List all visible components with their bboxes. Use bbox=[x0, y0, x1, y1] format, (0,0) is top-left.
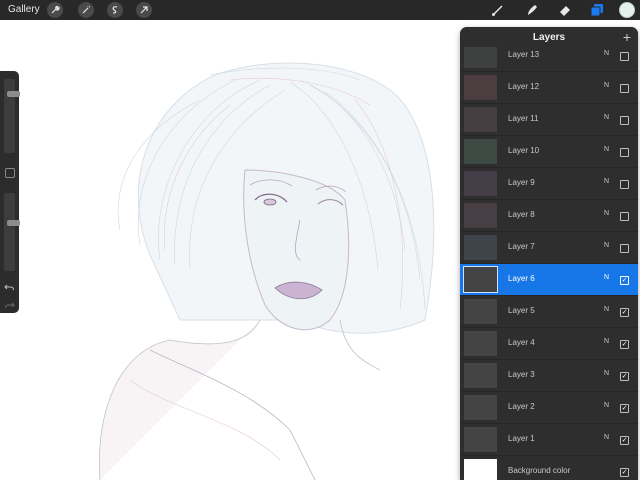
layer-visibility-checkbox[interactable]: ✓ bbox=[620, 404, 629, 413]
layer-row[interactable]: Layer 12 N bbox=[460, 72, 638, 104]
background-visibility-checkbox[interactable]: ✓ bbox=[620, 468, 629, 477]
layer-thumbnail[interactable] bbox=[464, 75, 497, 100]
layer-visibility-checkbox[interactable]: ✓ bbox=[620, 276, 629, 285]
layer-name: Layer 1 bbox=[508, 434, 535, 443]
layer-thumbnail[interactable] bbox=[464, 363, 497, 388]
brush-size-slider[interactable] bbox=[4, 79, 20, 153]
layer-name: Layer 9 bbox=[508, 178, 535, 187]
background-color-label: Background color bbox=[508, 466, 571, 475]
blend-mode-button[interactable]: N bbox=[604, 146, 609, 153]
modify-button[interactable] bbox=[5, 168, 15, 178]
layer-name: Layer 3 bbox=[508, 370, 535, 379]
color-picker-swatch[interactable] bbox=[619, 2, 635, 18]
layer-row[interactable]: Layer 8 N bbox=[460, 200, 638, 232]
layer-visibility-checkbox[interactable] bbox=[620, 244, 629, 253]
layer-row[interactable]: Layer 6 N ✓ bbox=[460, 264, 638, 296]
layer-row[interactable]: Layer 10 N bbox=[460, 136, 638, 168]
layer-row[interactable]: Layer 9 N bbox=[460, 168, 638, 200]
layer-thumbnail[interactable] bbox=[464, 331, 497, 356]
layer-row[interactable]: Layer 7 N bbox=[460, 232, 638, 264]
layer-name: Layer 8 bbox=[508, 210, 535, 219]
layer-row[interactable]: Layer 11 N bbox=[460, 104, 638, 136]
layer-name: Layer 4 bbox=[508, 338, 535, 347]
layer-name: Layer 6 bbox=[508, 274, 535, 283]
left-sidebar bbox=[0, 71, 20, 315]
opacity-thumb[interactable] bbox=[7, 220, 20, 227]
layer-visibility-checkbox[interactable] bbox=[620, 116, 629, 125]
blend-mode-button[interactable]: N bbox=[604, 402, 609, 409]
layer-visibility-checkbox[interactable] bbox=[620, 212, 629, 221]
gallery-button[interactable]: Gallery bbox=[8, 4, 40, 15]
layer-thumbnail[interactable] bbox=[464, 203, 497, 228]
blend-mode-button[interactable]: N bbox=[604, 434, 609, 441]
layer-visibility-checkbox[interactable]: ✓ bbox=[620, 436, 629, 445]
layer-visibility-checkbox[interactable] bbox=[620, 148, 629, 157]
eraser-icon[interactable] bbox=[557, 2, 573, 18]
layer-thumbnail[interactable] bbox=[464, 299, 497, 324]
layer-row[interactable]: Layer 2 N ✓ bbox=[460, 392, 638, 424]
brush-size-thumb[interactable] bbox=[7, 91, 20, 98]
layer-name: Layer 11 bbox=[508, 114, 539, 123]
blend-mode-button[interactable]: N bbox=[604, 242, 609, 249]
layer-name: Layer 2 bbox=[508, 402, 535, 411]
layers-panel: Layer 13 N Layer 12 N Layer 11 N Layer 10 N Laye… bbox=[460, 27, 638, 480]
redo-icon[interactable] bbox=[4, 297, 15, 315]
blend-mode-button[interactable]: N bbox=[604, 210, 609, 217]
layer-name: Layer 10 bbox=[508, 146, 540, 155]
blend-mode-button[interactable]: N bbox=[604, 82, 609, 89]
blend-mode-button[interactable]: N bbox=[604, 114, 609, 121]
layer-name: Layer 5 bbox=[508, 306, 535, 315]
layer-row[interactable]: Layer 4 N ✓ bbox=[460, 328, 638, 360]
layer-row[interactable]: Layer 3 N ✓ bbox=[460, 360, 638, 392]
background-color-row[interactable]: Background color ✓ bbox=[460, 456, 638, 480]
layer-name: Layer 13 bbox=[508, 50, 540, 59]
layer-thumbnail[interactable] bbox=[464, 395, 497, 420]
blend-mode-button[interactable]: N bbox=[604, 178, 609, 185]
layer-name: Layer 7 bbox=[508, 242, 535, 251]
blend-mode-button[interactable]: N bbox=[604, 274, 609, 281]
blend-mode-button[interactable]: N bbox=[604, 370, 609, 377]
layer-visibility-checkbox[interactable]: ✓ bbox=[620, 308, 629, 317]
transform-arrow-icon[interactable] bbox=[136, 2, 152, 18]
selection-s-icon[interactable] bbox=[107, 2, 123, 18]
opacity-slider[interactable] bbox=[4, 193, 20, 271]
blend-mode-button[interactable]: N bbox=[604, 306, 609, 313]
layer-visibility-checkbox[interactable]: ✓ bbox=[620, 372, 629, 381]
blend-mode-button[interactable]: N bbox=[604, 338, 609, 345]
layer-thumbnail[interactable] bbox=[464, 171, 497, 196]
wrench-icon[interactable] bbox=[47, 2, 63, 18]
layer-thumbnail[interactable] bbox=[464, 427, 497, 452]
blend-mode-button[interactable]: N bbox=[604, 50, 609, 57]
layers-icon[interactable] bbox=[589, 2, 605, 18]
layers-panel-header: Layers + bbox=[460, 27, 638, 47]
layer-visibility-checkbox[interactable]: ✓ bbox=[620, 340, 629, 349]
layer-visibility-checkbox[interactable] bbox=[620, 180, 629, 189]
layer-row[interactable]: Layer 1 N ✓ bbox=[460, 424, 638, 456]
layer-name: Layer 12 bbox=[508, 82, 540, 91]
layers-panel-title: Layers bbox=[532, 32, 566, 43]
brush-icon[interactable] bbox=[490, 2, 506, 18]
layer-visibility-checkbox[interactable] bbox=[620, 52, 629, 61]
smudge-icon[interactable] bbox=[524, 2, 540, 18]
top-toolbar: Gallery bbox=[0, 0, 640, 20]
undo-icon[interactable] bbox=[4, 279, 15, 297]
layer-thumbnail[interactable] bbox=[464, 235, 497, 260]
magic-wand-icon[interactable] bbox=[78, 2, 94, 18]
layer-thumbnail[interactable] bbox=[463, 266, 498, 293]
layer-thumbnail[interactable] bbox=[464, 107, 497, 132]
background-color-swatch[interactable] bbox=[464, 459, 497, 480]
layer-visibility-checkbox[interactable] bbox=[620, 84, 629, 93]
layer-row[interactable]: Layer 5 N ✓ bbox=[460, 296, 638, 328]
add-layer-button[interactable]: + bbox=[623, 29, 631, 45]
layer-thumbnail[interactable] bbox=[464, 139, 497, 164]
